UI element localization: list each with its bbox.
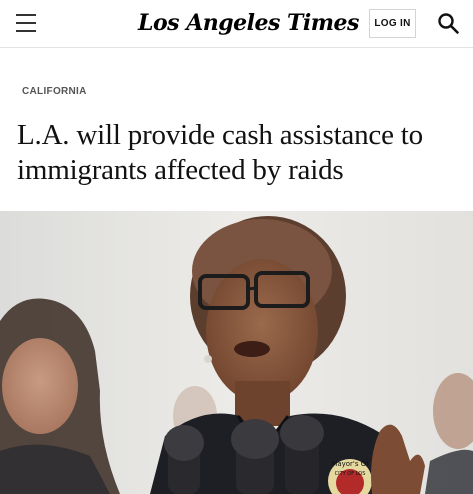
menu-bar xyxy=(16,14,36,16)
article-photo: Mayor's Of CITY OF LOS xyxy=(0,211,473,494)
section-label[interactable]: CALIFORNIA xyxy=(22,86,87,97)
menu-bar xyxy=(16,22,36,24)
menu-bar xyxy=(16,30,36,32)
site-header: Los Angeles Times LOG IN xyxy=(0,0,473,48)
hamburger-menu-icon[interactable] xyxy=(14,12,40,34)
login-button[interactable]: LOG IN xyxy=(369,9,416,38)
badge-text: Mayor's Of xyxy=(331,460,369,468)
search-icon[interactable] xyxy=(436,11,460,35)
article-headline: L.A. will provide cash assistance to imm… xyxy=(17,119,423,186)
site-logo[interactable]: Los Angeles Times xyxy=(138,5,359,41)
badge-text-2: CITY OF LOS xyxy=(335,471,366,477)
